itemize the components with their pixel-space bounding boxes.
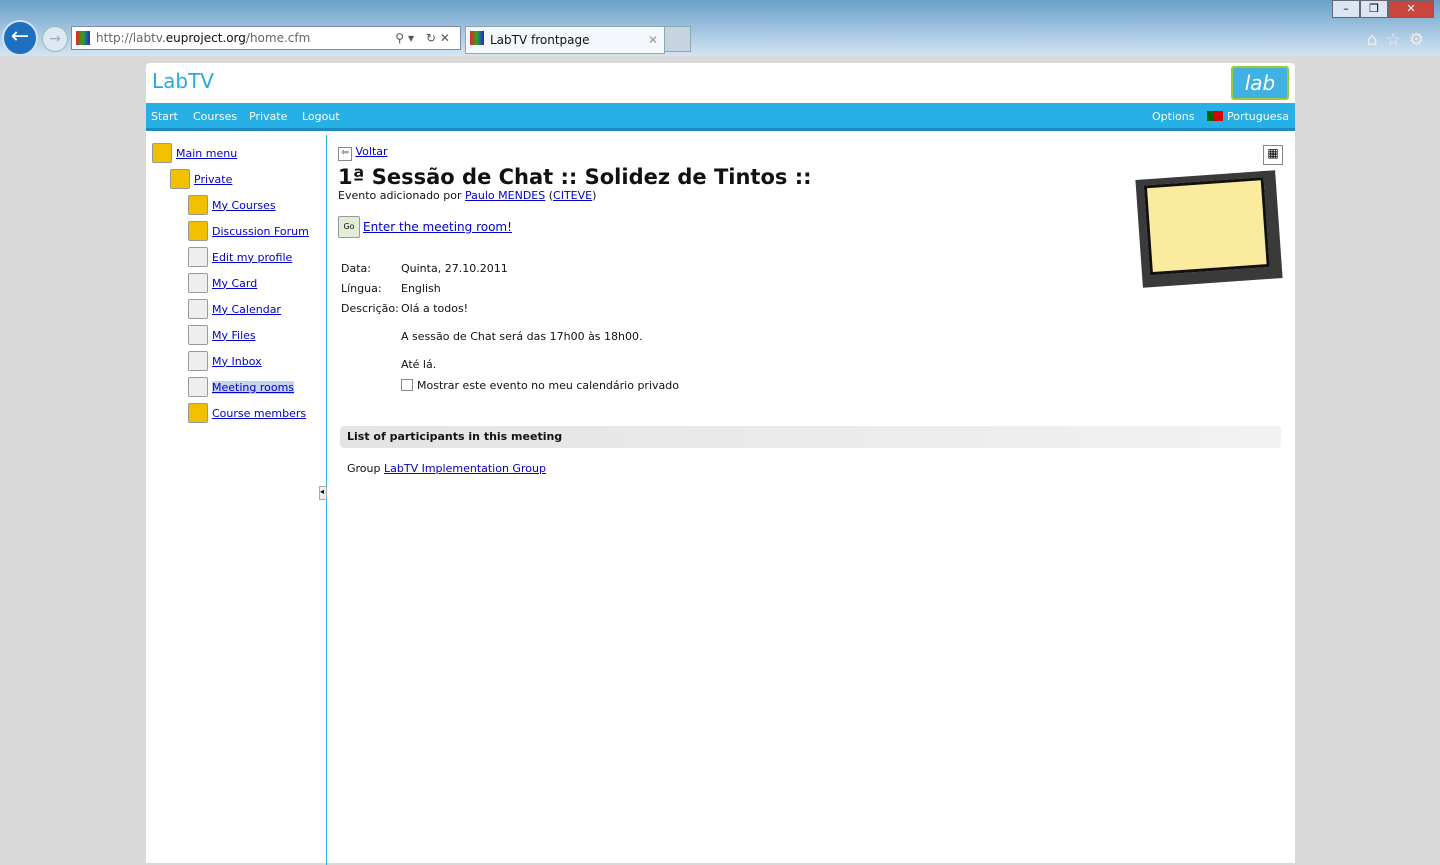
language-value: English: [401, 282, 441, 295]
sidebar-item-my-calendar[interactable]: My Calendar: [188, 299, 281, 319]
checkbox[interactable]: [401, 379, 413, 391]
sidebar-label: Edit my profile: [212, 250, 293, 264]
nav-start[interactable]: Start: [151, 103, 178, 130]
sidebar-label: Meeting rooms: [212, 380, 295, 394]
files-icon: [188, 325, 208, 345]
main-nav: Start Courses Private Logout Options Por…: [146, 103, 1295, 131]
sidebar-item-discussion-forum[interactable]: Discussion Forum: [188, 221, 309, 241]
date-value: Quinta, 27.10.2011: [401, 262, 508, 275]
sidebar-item-my-files[interactable]: My Files: [188, 325, 256, 345]
sidebar-label: Private: [194, 172, 233, 186]
back-arrow-icon: ⇦: [338, 147, 352, 161]
address-bar[interactable]: http://labtv.euproject.org/home.cfm ⚲▾ ↻✕: [71, 26, 461, 50]
description-label: Descrição:: [341, 302, 399, 315]
notebook-clipart-image: [1135, 170, 1283, 288]
language-label: Portuguesa: [1227, 110, 1289, 123]
courses-icon: [188, 195, 208, 215]
sidebar-item-course-members[interactable]: Course members: [188, 403, 306, 423]
inbox-icon: [188, 351, 208, 371]
enter-meeting-link[interactable]: Enter the meeting room!: [363, 220, 512, 234]
tab-favicon-icon: [470, 31, 484, 45]
url-path: /home.cfm: [245, 31, 311, 45]
back-button[interactable]: ←: [2, 20, 38, 56]
date-label: Data:: [341, 262, 371, 275]
nav-logout[interactable]: Logout: [302, 103, 340, 130]
sidebar-item-edit-profile[interactable]: Edit my profile: [188, 247, 292, 267]
card-icon: [188, 273, 208, 293]
calendar-icon: [188, 299, 208, 319]
nav-options[interactable]: Options: [1152, 103, 1194, 130]
org-link[interactable]: CITEVE: [553, 189, 592, 202]
back-link-label[interactable]: Voltar: [356, 145, 388, 158]
description-line-3: Até lá.: [401, 358, 437, 371]
sidebar-label: My Card: [212, 276, 258, 290]
nav-private[interactable]: Private: [249, 103, 287, 130]
sidebar-item-main-menu[interactable]: Main menu: [152, 143, 237, 163]
labtv-logo-image: lab: [1231, 66, 1289, 100]
search-refresh-stop-icons[interactable]: ⚲▾ ↻✕: [395, 27, 454, 49]
forward-button[interactable]: →: [42, 26, 68, 52]
sidebar: Main menu Private My Courses Discussion …: [146, 135, 327, 865]
home-icon: [152, 143, 172, 163]
meeting-icon: [188, 377, 208, 397]
sidebar-item-my-inbox[interactable]: My Inbox: [188, 351, 262, 371]
group-link[interactable]: LabTV Implementation Group: [384, 462, 546, 475]
description-line-2: A sessão de Chat será das 17h00 às 18h00…: [401, 330, 643, 343]
browser-tab[interactable]: LabTV frontpage ✕: [465, 26, 665, 54]
added-by-label: Evento adicionado por: [338, 189, 462, 202]
tab-close-icon[interactable]: ✕: [648, 27, 658, 53]
sidebar-label: My Calendar: [212, 302, 281, 316]
sidebar-label: My Courses: [212, 198, 276, 212]
author-link[interactable]: Paulo MENDES: [465, 189, 545, 202]
profile-icon: [188, 247, 208, 267]
collapse-sidebar-handle[interactable]: ◂: [319, 486, 327, 500]
checkbox-label: Mostrar este evento no meu calendário pr…: [417, 379, 679, 392]
home-favorites-tools-icons[interactable]: ⌂☆⚙: [1367, 30, 1432, 50]
private-calendar-checkbox[interactable]: Mostrar este evento no meu calendário pr…: [401, 379, 679, 392]
participants-group: Group LabTV Implementation Group: [347, 462, 546, 475]
language-field-label: Língua:: [341, 282, 382, 295]
sidebar-label: Discussion Forum: [212, 224, 309, 238]
url-domain: euproject.org: [165, 31, 246, 45]
nav-courses[interactable]: Courses: [193, 103, 237, 130]
private-icon: [170, 169, 190, 189]
page: LabTV lab Start Courses Private Logout O…: [146, 63, 1295, 865]
site-logo[interactable]: LabTV: [152, 69, 214, 93]
description-line-1: Olá a todos!: [401, 302, 469, 315]
sidebar-item-meeting-rooms[interactable]: Meeting rooms: [188, 377, 295, 397]
close-window-button[interactable]: ✕: [1388, 0, 1434, 18]
calendar-icon[interactable]: ▦: [1263, 145, 1283, 165]
members-icon: [188, 403, 208, 423]
participants-header: List of participants in this meeting: [340, 426, 1281, 448]
sidebar-label: My Files: [212, 328, 256, 342]
tab-title: LabTV frontpage: [490, 33, 590, 47]
browser-chrome: ← → http://labtv.euproject.org/home.cfm ⚲…: [0, 0, 1440, 56]
back-link[interactable]: ⇦ Voltar: [338, 145, 1283, 161]
sidebar-label: Main menu: [176, 146, 238, 160]
url-prefix: http://labtv.: [96, 31, 166, 45]
sidebar-label: Course members: [212, 406, 307, 420]
sidebar-item-my-courses[interactable]: My Courses: [188, 195, 276, 215]
maximize-button[interactable]: ❐: [1360, 0, 1388, 18]
group-label: Group: [347, 462, 381, 475]
minimize-button[interactable]: –: [1332, 0, 1360, 18]
forum-icon: [188, 221, 208, 241]
favicon-icon: [76, 31, 90, 45]
portugal-flag-icon: [1207, 111, 1223, 121]
sidebar-label: My Inbox: [212, 354, 262, 368]
sidebar-item-private[interactable]: Private: [170, 169, 232, 189]
new-tab-button[interactable]: [664, 26, 691, 52]
go-icon: Go: [338, 216, 360, 238]
sidebar-item-my-card[interactable]: My Card: [188, 273, 257, 293]
nav-language[interactable]: Portuguesa: [1207, 103, 1289, 130]
